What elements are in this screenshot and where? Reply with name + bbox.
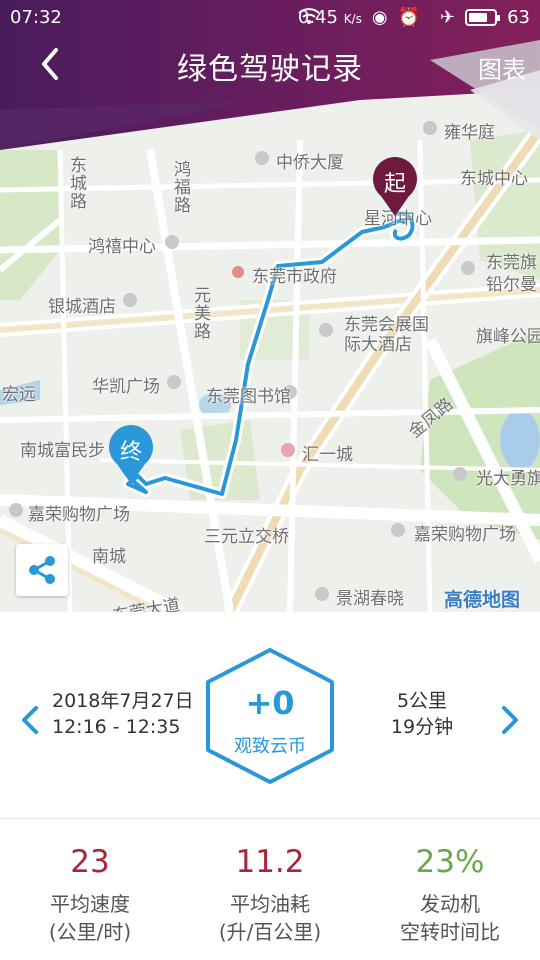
map-label: 铅尔曼 bbox=[486, 275, 537, 295]
map-label: 南城 bbox=[92, 547, 126, 567]
trip-distance: 5公里 bbox=[396, 690, 448, 712]
map-label: 银城酒店 bbox=[48, 297, 116, 317]
trip-time-range: 12:16 - 12:35 bbox=[52, 716, 181, 738]
coin-badge: +0 观致云币 bbox=[202, 646, 338, 786]
map-provider-logo: 高德地图 bbox=[444, 589, 521, 611]
map-label: 鸿禧中心 bbox=[88, 237, 156, 257]
map-label: 际大酒店 bbox=[344, 335, 412, 355]
share-button[interactable] bbox=[16, 544, 68, 596]
map-label: 华凯广场 bbox=[92, 377, 160, 397]
chart-button[interactable]: 图表 bbox=[478, 50, 526, 85]
map-label: 东莞图书馆 bbox=[206, 387, 291, 407]
stat-average-speed: 23 平均速度 (公里/时) bbox=[0, 840, 180, 946]
route-map[interactable]: 雍华庭 中侨大厦 东城中心 鸿禧中心 星河中心 东莞旗 铅尔曼 银城酒店 东莞市… bbox=[0, 0, 540, 612]
trip-date-text: 2018年7月27日 bbox=[52, 690, 194, 712]
end-marker-label: 终 bbox=[119, 440, 142, 465]
map-label: 东城路 bbox=[66, 156, 86, 210]
map-label: 汇一城 bbox=[302, 445, 353, 465]
map-label: 宏远 bbox=[2, 385, 36, 405]
divider bbox=[0, 818, 540, 819]
stat-value: 11.2 bbox=[235, 844, 305, 880]
next-trip-button[interactable] bbox=[494, 700, 524, 740]
stat-idle-ratio: 23% 发动机 空转时间比 bbox=[360, 840, 540, 946]
map-label: 东莞市政府 bbox=[252, 267, 337, 287]
map-label: 南城富民步 bbox=[20, 441, 105, 461]
screen: 雍华庭 中侨大厦 东城中心 鸿禧中心 星河中心 东莞旗 铅尔曼 银城酒店 东莞市… bbox=[0, 0, 540, 960]
end-marker[interactable]: 终 bbox=[105, 424, 157, 486]
stat-label: 发动机 空转时间比 bbox=[400, 892, 500, 944]
stat-value: 23% bbox=[415, 844, 485, 880]
map-label: 鸿福路 bbox=[170, 160, 190, 214]
share-icon bbox=[29, 556, 55, 584]
stat-label: 平均油耗 (升/百公里) bbox=[218, 892, 322, 944]
map-label: 中侨大厦 bbox=[276, 153, 344, 173]
map-label: 嘉荣购物广场 bbox=[28, 505, 130, 525]
map-label: 旗峰公园 bbox=[476, 327, 540, 347]
map-label: 元美路 bbox=[190, 286, 210, 340]
map-label: 嘉荣购物广场 bbox=[414, 525, 516, 545]
map-label: 雍华庭 bbox=[444, 123, 495, 143]
trip-duration: 19分钟 bbox=[390, 716, 454, 738]
chevron-left-icon bbox=[22, 706, 38, 734]
map-label: 光大勇旗 bbox=[476, 469, 540, 489]
back-button[interactable] bbox=[32, 44, 72, 84]
start-marker[interactable]: 起 bbox=[369, 156, 421, 218]
previous-trip-button[interactable] bbox=[16, 700, 46, 740]
stat-average-fuel: 11.2 平均油耗 (升/百公里) bbox=[180, 840, 360, 946]
trip-distance-block: 5公里 19分钟 bbox=[372, 688, 472, 740]
coin-value: +0 bbox=[245, 684, 295, 722]
stat-label: 平均速度 (公里/时) bbox=[48, 892, 132, 944]
coin-label: 观致云币 bbox=[234, 736, 306, 757]
map-label: 景湖春晓 bbox=[336, 589, 404, 609]
map-label: 东城中心 bbox=[460, 169, 528, 189]
start-marker-label: 起 bbox=[383, 172, 406, 197]
chevron-right-icon bbox=[502, 706, 518, 734]
chevron-left-icon bbox=[42, 48, 58, 80]
map-label: 三元立交桥 bbox=[204, 527, 289, 547]
trip-summary: 2018年7月27日 12:16 - 12:35 +0 观致云币 5公里 19分… bbox=[0, 612, 540, 818]
trip-date: 2018年7月27日 12:16 - 12:35 bbox=[52, 688, 194, 740]
stat-value: 23 bbox=[70, 844, 110, 880]
